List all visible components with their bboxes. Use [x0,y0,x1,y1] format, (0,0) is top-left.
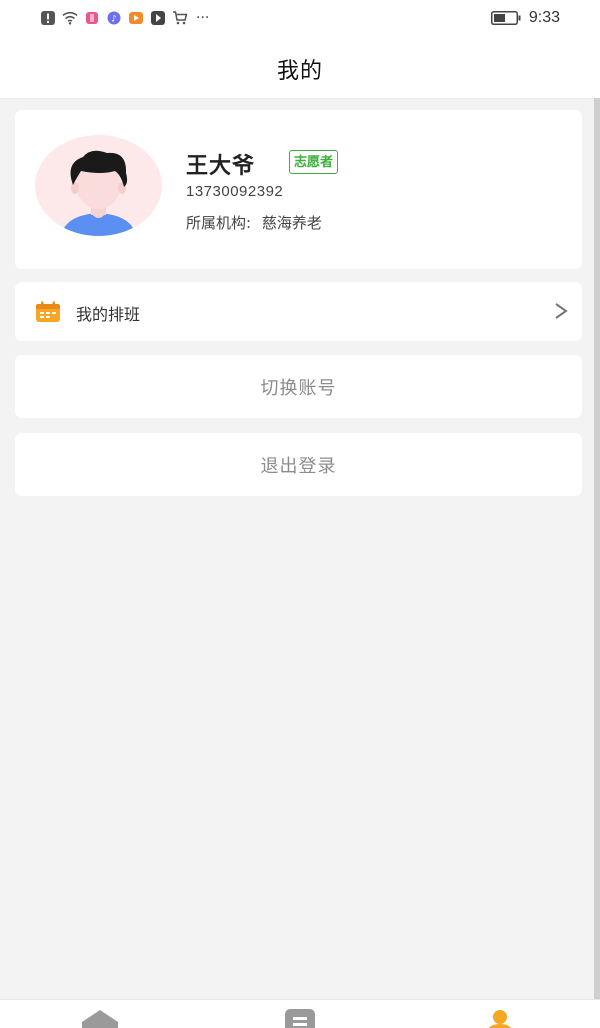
user-icon[interactable] [480,1008,520,1028]
status-bar-left: ♪ ··· [40,10,209,26]
status-bar-right: 9:33 [490,9,560,27]
organization-label: 所属机构: [186,214,252,232]
music-icon: ♪ [107,11,121,25]
profile-card[interactable]: 王大爷 志愿者 13730092392 所属机构: 慈海养老 [15,110,582,269]
avatar-icon [35,135,162,236]
cart-icon [173,11,188,25]
battery-icon [490,11,521,25]
app-icon [151,11,165,25]
list-icon[interactable] [280,1008,320,1028]
status-overflow: ··· [196,10,210,26]
chevron-right-icon [555,303,568,319]
video-icon [129,12,143,24]
app-icon [86,12,98,24]
logout-label: 退出登录 [260,455,337,477]
calendar-icon [36,301,60,322]
page-title: 我的 [276,59,323,84]
switch-account-button[interactable]: 切换账号 [15,355,582,418]
user-name: 王大爷 [186,154,256,179]
phone-number: 13730092392 [186,183,284,200]
status-time: 9:33 [528,9,560,26]
scrollbar [594,98,600,999]
status-bar: ♪ ··· 9:33 [0,0,600,40]
home-icon[interactable] [80,1008,120,1028]
my-schedule-label: 我的排班 [76,305,141,324]
alert-icon [41,11,55,25]
logout-button[interactable]: 退出登录 [15,433,582,496]
wifi-icon [62,11,78,25]
svg-text:♪: ♪ [111,15,117,25]
title-bar: 我的 [0,40,600,99]
organization-name: 慈海养老 [261,214,322,232]
my-schedule-row[interactable]: 我的排班 [15,282,582,341]
volunteer-badge: 志愿者 [289,150,339,174]
organization: 所属机构: 慈海养老 [186,212,322,233]
switch-account-label: 切换账号 [260,377,337,399]
bottom-tab-bar [0,999,600,1028]
